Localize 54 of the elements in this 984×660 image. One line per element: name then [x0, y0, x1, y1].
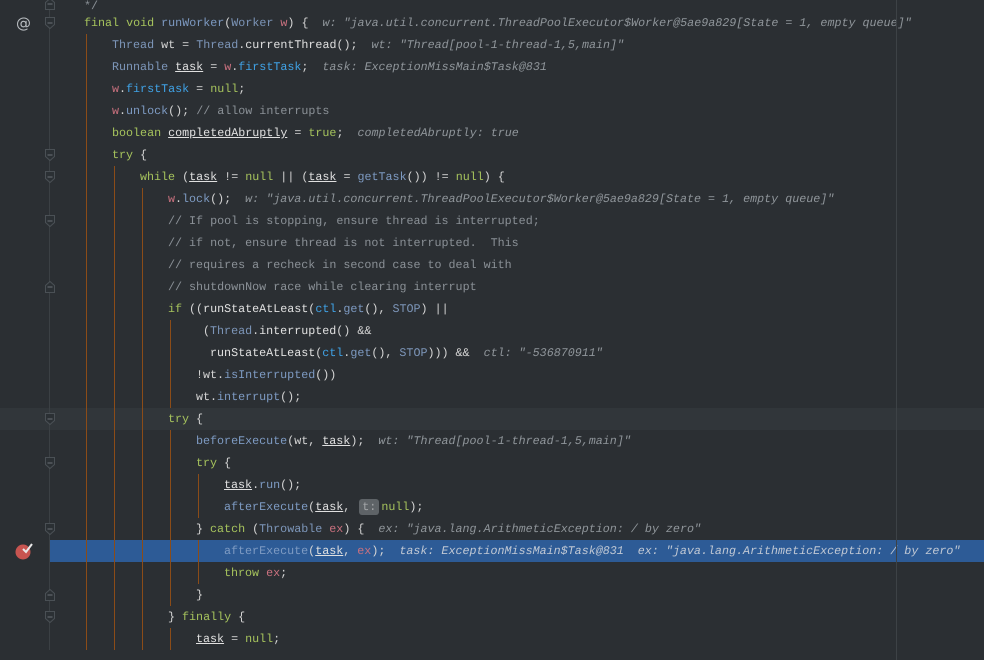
code-text: !wt.isInterrupted()) [196, 367, 336, 384]
fold-icon[interactable] [45, 611, 55, 623]
code-text: // If pool is stopping, ensure thread is interrupted; [168, 213, 540, 230]
code-text: // if not, ensure thread is not interrupted. This [168, 235, 519, 252]
debug-value-hint: w: "java.util.concurrent.ThreadPoolExecutor$Worker@5ae9a829[State = 1, empty queue]" [245, 191, 834, 208]
debug-value-hint: ex: "java.lang.ArithmeticException: / by zero" [378, 521, 701, 538]
fold-icon[interactable] [45, 523, 55, 535]
fold-icon[interactable] [45, 215, 55, 227]
debug-value-hint: wt: "Thread[pool-1-thread-1,5,main]" [378, 433, 631, 450]
fold-icon[interactable] [45, 171, 55, 183]
code-text: // requires a recheck in second case to deal with [168, 257, 512, 274]
code-text: task = null; [196, 631, 280, 648]
parameter-name-hint: t: [359, 499, 380, 515]
code-text: // shutdownNow race while clearing interrupt [168, 279, 477, 296]
code-text: (Thread.interrupted() && [202, 323, 372, 340]
code-text: try { [112, 147, 148, 164]
debug-value-hint: wt: "Thread[pool-1-thread-1,5,main]" [372, 37, 624, 54]
debug-value-hint: w: "java.util.concurrent.ThreadPoolExecutor$Worker@5ae9a829[State = 1, empty queue]" [322, 15, 912, 32]
code-text: wt.interrupt(); [196, 389, 302, 406]
code-text: w.lock(); [168, 191, 232, 208]
override-marker[interactable]: @ [16, 14, 31, 32]
debug-value-hint: task: ExceptionMissMain$Task@831 [399, 543, 624, 560]
fold-icon[interactable] [45, 281, 55, 293]
code-text: throw ex; [224, 565, 288, 582]
breakpoint-icon[interactable] [14, 542, 32, 560]
code-text: */ [84, 0, 98, 12]
code-text: } finally { [168, 609, 246, 626]
fold-icon[interactable] [45, 17, 55, 29]
code-text: if ((runStateAtLeast(ctl.get(), STOP) || [168, 301, 449, 318]
code-text: afterExecute(task, ex); [224, 543, 386, 560]
code-text: runStateAtLeast(ctl.get(), STOP))) && [209, 345, 470, 362]
debug-value-hint: completedAbruptly: true [357, 125, 519, 142]
code-text: afterExecute(task, [224, 499, 352, 516]
code-text: null); [381, 499, 424, 516]
code-text: w.firstTask = null; [112, 81, 246, 98]
code-text: task.run(); [224, 477, 302, 494]
code-text: } [196, 587, 204, 604]
code-text: beforeExecute(wt, task); [196, 433, 364, 450]
code-text: Runnable task = w.firstTask; [112, 59, 308, 76]
code-text: final void runWorker(Worker w) { [84, 15, 308, 32]
code-text: Thread wt = Thread.currentThread(); [112, 37, 358, 54]
fold-icon[interactable] [45, 149, 55, 161]
code-text: try { [196, 455, 232, 472]
fold-icon[interactable] [45, 589, 55, 601]
debug-value-hint: ctl: "-536870911" [484, 345, 603, 362]
debug-value-hint: task: ExceptionMissMain$Task@831 [322, 59, 547, 76]
fold-icon[interactable] [45, 0, 55, 10]
fold-icon[interactable] [45, 413, 55, 425]
code-text: boolean completedAbruptly = true; [112, 125, 344, 142]
code-text: w.unlock(); // allow interrupts [112, 103, 330, 120]
fold-icon[interactable] [45, 457, 55, 469]
code-text: while (task != null || (task = getTask()) != null) { [140, 169, 505, 186]
code-text: } catch (Throwable ex) { [196, 521, 364, 538]
code-text: try { [168, 411, 204, 428]
